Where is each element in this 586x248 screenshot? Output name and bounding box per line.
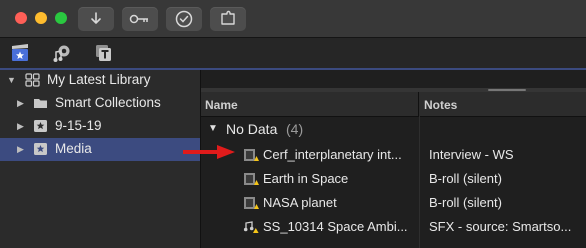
disclosure-collapsed-icon[interactable]: ▶ bbox=[17, 121, 24, 132]
library-grid-icon bbox=[25, 73, 40, 87]
disclosure-expanded-icon[interactable]: ▼ bbox=[7, 75, 16, 85]
music-camera-icon[interactable] bbox=[52, 43, 72, 63]
video-clip-warning-icon bbox=[244, 173, 259, 185]
sidebar-item-smart-collections[interactable]: ▶ Smart Collections bbox=[0, 92, 200, 115]
table-row[interactable]: NASA planet B-roll (silent) bbox=[201, 191, 586, 215]
group-label: No Data bbox=[226, 121, 278, 137]
download-arrow-icon bbox=[91, 12, 101, 24]
disclosure-collapsed-icon[interactable]: ▶ bbox=[17, 144, 24, 155]
library-label: My Latest Library bbox=[47, 72, 151, 87]
keyword-button[interactable] bbox=[122, 7, 158, 31]
notes-column-header[interactable]: Notes bbox=[424, 98, 457, 112]
clip-name: Cerf_interplanetary int... bbox=[263, 147, 402, 162]
titles-t-icon[interactable] bbox=[93, 43, 113, 63]
event-star-icon bbox=[34, 143, 47, 155]
sidebar-item-media[interactable]: ▶ Media bbox=[0, 138, 200, 161]
library-toolbar bbox=[0, 38, 586, 70]
column-divider[interactable] bbox=[418, 92, 419, 116]
list-header: Name Notes bbox=[201, 92, 586, 117]
red-arrow-annotation bbox=[183, 145, 235, 159]
clip-name: NASA planet bbox=[263, 195, 337, 210]
zoom-window-button[interactable] bbox=[55, 12, 67, 24]
folder-icon bbox=[34, 99, 47, 108]
sidebar-item-label: 9-15-19 bbox=[55, 118, 102, 133]
key-icon bbox=[129, 14, 148, 24]
title-bar bbox=[0, 0, 586, 38]
table-row[interactable]: SS_10314 Space Ambi... SFX - source: Sma… bbox=[201, 215, 586, 239]
clip-notes[interactable]: Interview - WS bbox=[429, 147, 514, 162]
video-clip-warning-icon bbox=[244, 197, 259, 209]
sidebar-item-9-15-19[interactable]: ▶ 9-15-19 bbox=[0, 115, 200, 138]
close-window-button[interactable] bbox=[15, 12, 27, 24]
puzzle-share-icon bbox=[221, 10, 235, 25]
table-row[interactable]: Earth in Space B-roll (silent) bbox=[201, 167, 586, 191]
group-row[interactable]: ▼ No Data (4) bbox=[201, 119, 586, 141]
share-button[interactable] bbox=[210, 7, 246, 31]
disclosure-collapsed-icon[interactable]: ▶ bbox=[17, 98, 24, 109]
clip-name: Earth in Space bbox=[263, 171, 349, 186]
checkmark-circle-icon bbox=[175, 10, 193, 28]
background-tasks-button[interactable] bbox=[166, 7, 202, 31]
clapper-star-icon[interactable] bbox=[10, 43, 30, 63]
sidebar-item-label: Smart Collections bbox=[55, 95, 161, 110]
name-column-header[interactable]: Name bbox=[205, 98, 238, 112]
disclosure-expanded-icon[interactable]: ▼ bbox=[208, 123, 218, 134]
clip-notes[interactable]: SFX - source: Smartso... bbox=[429, 219, 571, 234]
audio-clip-warning-icon bbox=[243, 221, 259, 233]
import-download-button[interactable] bbox=[78, 7, 114, 31]
sidebar-item-label: Media bbox=[55, 141, 92, 156]
video-clip-warning-icon bbox=[244, 149, 259, 161]
sidebar-library-row[interactable]: ▼ My Latest Library bbox=[0, 69, 200, 92]
group-count: (4) bbox=[286, 121, 304, 137]
table-row[interactable]: Cerf_interplanetary int... Interview - W… bbox=[201, 143, 586, 167]
resize-grip[interactable] bbox=[488, 89, 526, 91]
clip-notes[interactable]: B-roll (silent) bbox=[429, 171, 502, 186]
clip-notes[interactable]: B-roll (silent) bbox=[429, 195, 502, 210]
clip-name: SS_10314 Space Ambi... bbox=[263, 219, 408, 234]
minimize-window-button[interactable] bbox=[35, 12, 47, 24]
event-star-icon bbox=[34, 120, 47, 132]
